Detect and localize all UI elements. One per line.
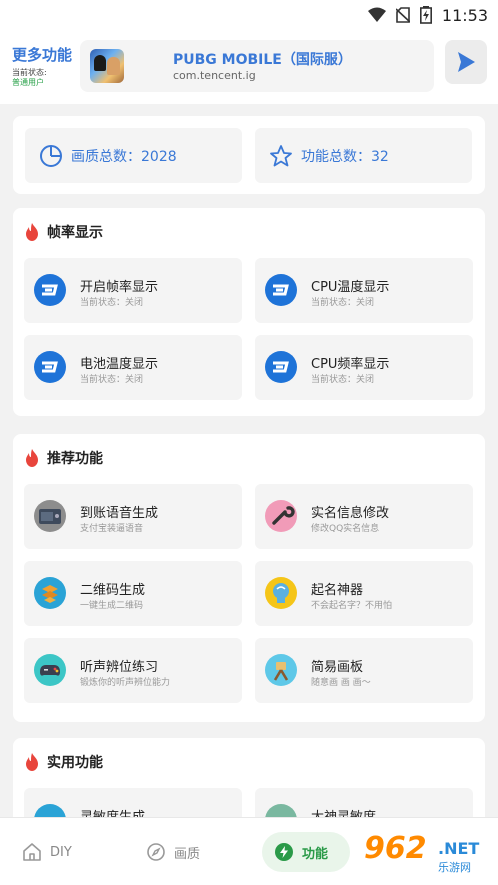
battery-icon bbox=[419, 6, 432, 24]
bolt-icon bbox=[275, 843, 293, 861]
item-subtitle: 当前状态：关闭 bbox=[80, 298, 144, 308]
watermark-net: .NET bbox=[438, 839, 480, 858]
game-package: com.tencent.ig bbox=[173, 69, 256, 82]
game-selector[interactable]: PUBG MOBILE（国际服） com.tencent.ig bbox=[80, 40, 434, 92]
rec-item-voice[interactable]: 到账语音生成 支付宝装逼语音 bbox=[24, 484, 242, 549]
rec-item-qrcode[interactable]: 二维码生成 一键生成二维码 bbox=[24, 561, 242, 626]
section-title: 实用功能 bbox=[25, 752, 103, 772]
item-title: CPU频率显示 bbox=[311, 357, 390, 372]
star-icon bbox=[270, 144, 292, 166]
item-title: 二维码生成 bbox=[80, 583, 146, 598]
watermark-site-name: 乐游网 bbox=[438, 861, 471, 874]
item-subtitle: 当前状态：关闭 bbox=[311, 298, 375, 308]
stats-card: 画质总数：2028 功能总数：32 bbox=[13, 116, 485, 194]
paint-icon bbox=[265, 654, 297, 686]
rec-item-naming[interactable]: 起名神器 不会起名字？不用怕 bbox=[255, 561, 473, 626]
header: 更多功能 当前状态: 普通用户 PUBG MOBILE（国际服） com.ten… bbox=[0, 30, 498, 104]
dash-icon bbox=[265, 351, 297, 383]
item-title: 实名信息修改 bbox=[311, 506, 390, 521]
more-features[interactable]: 更多功能 当前状态: 普通用户 bbox=[12, 44, 72, 88]
dash-icon bbox=[265, 274, 297, 306]
item-title: 听声辨位练习 bbox=[80, 660, 159, 675]
flame-icon bbox=[26, 223, 38, 241]
watermark-number: 962 bbox=[364, 831, 427, 866]
game-app-icon bbox=[90, 49, 124, 83]
quality-count-label: 画质总数：2028 bbox=[71, 148, 177, 165]
item-title: 到账语音生成 bbox=[80, 506, 159, 521]
brain-icon bbox=[265, 577, 297, 609]
rec-item-paint[interactable]: 简易画板 随意画 画 画～ bbox=[255, 638, 473, 703]
dash-icon bbox=[34, 351, 66, 383]
nav-diy[interactable]: DIY bbox=[22, 832, 72, 872]
more-features-title[interactable]: 更多功能 bbox=[12, 44, 72, 65]
status-bar: 11:53 bbox=[0, 0, 498, 30]
nav-features[interactable]: 功能 bbox=[262, 832, 351, 872]
site-watermark-logo: 962 .NET 乐游网 bbox=[356, 829, 494, 881]
nav-label: 功能 bbox=[302, 846, 329, 862]
item-title: 开启帧率显示 bbox=[80, 280, 159, 295]
item-subtitle: 支付宝装逼语音 bbox=[80, 524, 144, 534]
feature-count-label: 功能总数：32 bbox=[301, 148, 389, 165]
game-title: PUBG MOBILE（国际服） bbox=[173, 52, 352, 68]
radio-icon bbox=[34, 500, 66, 532]
item-title: 简易画板 bbox=[311, 660, 364, 675]
item-title: 起名神器 bbox=[311, 583, 364, 598]
feature-count[interactable]: 功能总数：32 bbox=[255, 128, 472, 183]
item-subtitle: 锻炼你的听声辨位能力 bbox=[80, 678, 171, 688]
fps-item-battery-temp[interactable]: 电池温度显示 当前状态：关闭 bbox=[24, 335, 242, 400]
section-title-text: 帧率显示 bbox=[47, 225, 103, 241]
nav-quality[interactable]: 画质 bbox=[146, 832, 200, 872]
wrench-icon bbox=[265, 500, 297, 532]
clock: 11:53 bbox=[441, 5, 488, 25]
fps-section: 帧率显示 开启帧率显示 当前状态：关闭 CPU温度显示 当前状态：关闭 电池温度… bbox=[13, 208, 485, 416]
recommend-section: 推荐功能 到账语音生成 支付宝装逼语音 实名信息修改 修改QQ实名信息 二维码生… bbox=[13, 434, 485, 722]
item-subtitle: 不会起名字？不用怕 bbox=[311, 601, 393, 611]
item-subtitle: 修改QQ实名信息 bbox=[311, 524, 380, 534]
home-icon bbox=[23, 843, 41, 861]
compass-icon bbox=[147, 843, 165, 861]
section-title-text: 实用功能 bbox=[47, 755, 103, 771]
rec-item-audio[interactable]: 听声辨位练习 锻炼你的听声辨位能力 bbox=[24, 638, 242, 703]
launch-game-button[interactable] bbox=[445, 40, 487, 84]
user-status: 普通用户 bbox=[12, 78, 44, 87]
rec-item-realname[interactable]: 实名信息修改 修改QQ实名信息 bbox=[255, 484, 473, 549]
quality-count[interactable]: 画质总数：2028 bbox=[25, 128, 242, 183]
no-sim-icon bbox=[395, 7, 410, 23]
send-icon bbox=[458, 52, 475, 72]
qrcode-icon bbox=[34, 577, 66, 609]
flame-icon bbox=[26, 753, 38, 771]
item-subtitle: 当前状态：关闭 bbox=[311, 375, 375, 385]
item-subtitle: 当前状态：关闭 bbox=[80, 375, 144, 385]
nav-label: 画质 bbox=[174, 846, 201, 862]
item-subtitle: 一键生成二维码 bbox=[80, 601, 144, 611]
dash-icon bbox=[34, 274, 66, 306]
gamepad-icon bbox=[34, 654, 66, 686]
pie-chart-icon bbox=[40, 144, 62, 167]
section-title: 帧率显示 bbox=[25, 222, 103, 242]
fps-item-cpu-freq[interactable]: CPU频率显示 当前状态：关闭 bbox=[255, 335, 473, 400]
nav-label: DIY bbox=[50, 844, 72, 860]
section-title-text: 推荐功能 bbox=[47, 451, 103, 467]
status-label: 当前状态: bbox=[12, 68, 47, 77]
flame-icon bbox=[26, 449, 38, 467]
section-title: 推荐功能 bbox=[25, 448, 103, 468]
fps-item-toggle-fps[interactable]: 开启帧率显示 当前状态：关闭 bbox=[24, 258, 242, 323]
fps-item-cpu-temp[interactable]: CPU温度显示 当前状态：关闭 bbox=[255, 258, 473, 323]
item-title: 电池温度显示 bbox=[80, 357, 159, 372]
item-subtitle: 随意画 画 画～ bbox=[311, 678, 371, 688]
item-title: CPU温度显示 bbox=[311, 280, 390, 295]
wifi-icon bbox=[367, 7, 386, 22]
